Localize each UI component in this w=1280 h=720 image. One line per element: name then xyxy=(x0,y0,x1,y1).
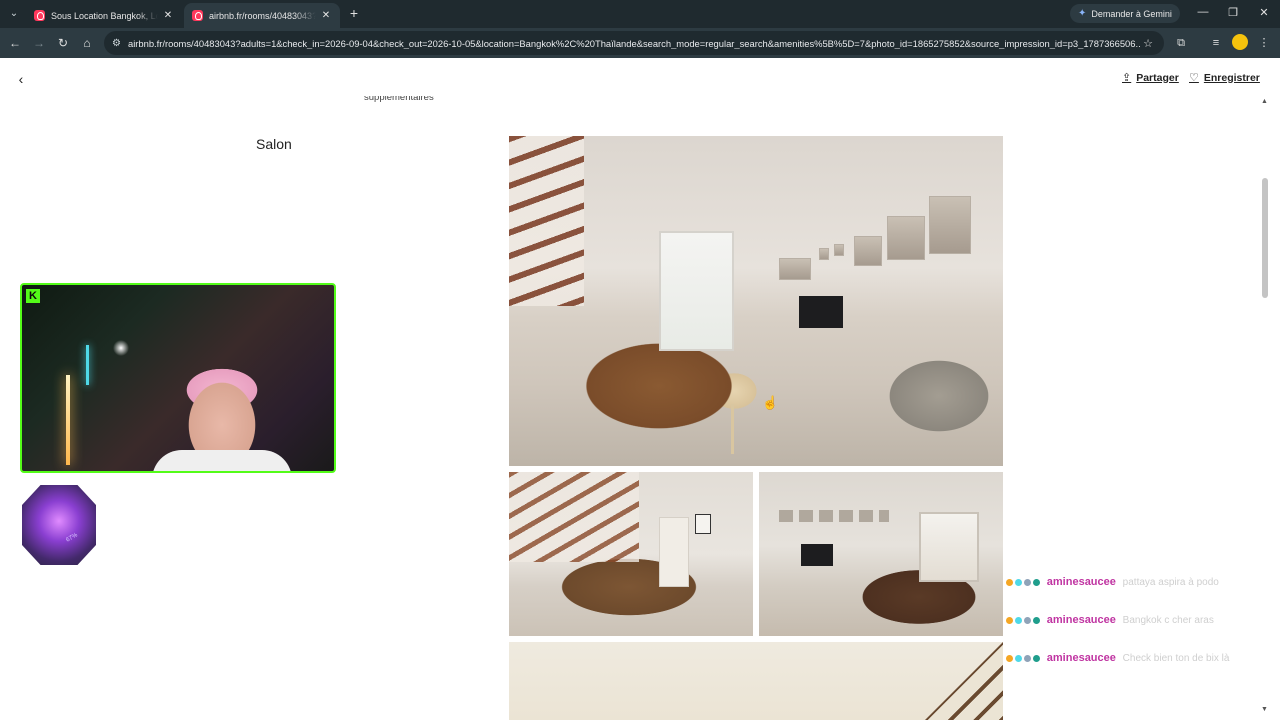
neon-detail xyxy=(86,345,89,385)
living-room-photo-main[interactable] xyxy=(509,136,1003,466)
badge-icon xyxy=(1006,655,1013,662)
forward-arrow-icon[interactable]: → xyxy=(31,35,47,51)
scrolled-section-text: supplémentaires xyxy=(364,92,434,103)
room-section-title: Salon xyxy=(256,136,292,152)
restore-icon[interactable]: ❐ xyxy=(1226,6,1240,19)
bookmark-star-icon[interactable]: ☆ xyxy=(1140,37,1156,50)
share-button[interactable]: ⇪ Partager xyxy=(1122,71,1179,85)
chat-text: Check bien ton de bix là xyxy=(1122,653,1230,664)
scroll-down-icon[interactable]: ▼ xyxy=(1261,706,1268,713)
browser-toolbar: ← → ↻ ⌂ ⚙ airbnb.fr/rooms/40483043?adult… xyxy=(0,28,1280,58)
tab-title: airbnb.fr/rooms/40483043?adults xyxy=(209,10,316,21)
media-controls-icon[interactable]: ≡ xyxy=(1208,35,1224,51)
shirt-detail xyxy=(152,450,292,471)
tab-search-icon[interactable]: ⌄ xyxy=(6,6,22,22)
chat-badges xyxy=(1006,576,1042,592)
new-tab-button[interactable]: + xyxy=(346,5,362,21)
badge-icon xyxy=(1033,579,1040,586)
chat-badges xyxy=(1006,614,1042,630)
badge-icon xyxy=(1024,579,1031,586)
save-button[interactable]: ♡ Enregistrer xyxy=(1189,71,1260,85)
orb-percent: 67% xyxy=(65,532,79,544)
living-room-photo-sofa[interactable] xyxy=(509,472,753,636)
staircase-detail xyxy=(509,472,639,562)
chat-username: aminesaucee xyxy=(1046,576,1116,588)
scroll-up-icon[interactable]: ▲ xyxy=(1261,98,1268,105)
gemini-button[interactable]: ✦ Demander à Gemini xyxy=(1070,4,1180,23)
wall-frame xyxy=(887,216,925,260)
home-icon[interactable]: ⌂ xyxy=(79,35,95,51)
glass-door-detail xyxy=(919,512,979,582)
streamer-webcam: K xyxy=(20,283,336,473)
staircase-detail xyxy=(925,642,1003,720)
address-bar[interactable]: ⚙ airbnb.fr/rooms/40483043?adults=1&chec… xyxy=(104,31,1164,55)
site-info-icon[interactable]: ⚙ xyxy=(112,38,128,49)
wall-frame xyxy=(819,248,829,260)
badge-icon xyxy=(1015,579,1022,586)
tab-airbnb-room[interactable]: airbnb.fr/rooms/40483043?adults ✕ xyxy=(184,3,340,28)
browser-tab-bar: ⌄ Sous Location Bangkok, Location ✕ airb… xyxy=(0,0,1280,28)
chat-text: Bangkok c cher aras xyxy=(1122,615,1214,626)
url-text[interactable]: airbnb.fr/rooms/40483043?adults=1&check_… xyxy=(128,38,1140,49)
tab-sous-location[interactable]: Sous Location Bangkok, Location ✕ xyxy=(26,3,182,28)
wall-frame xyxy=(929,196,971,254)
badge-icon xyxy=(1033,617,1040,624)
heart-icon: ♡ xyxy=(1189,72,1199,84)
badge-icon xyxy=(1015,617,1022,624)
profile-avatar[interactable] xyxy=(1232,34,1248,50)
share-label: Partager xyxy=(1136,71,1179,84)
wall-frame xyxy=(695,514,711,534)
airbnb-favicon-icon xyxy=(192,10,203,21)
chat-text: pattaya aspira à podo xyxy=(1122,577,1219,588)
gemini-label: Demander à Gemini xyxy=(1091,8,1172,19)
badge-icon xyxy=(1033,655,1040,662)
minimize-icon[interactable]: — xyxy=(1196,6,1210,18)
hand-cursor-icon: ☝ xyxy=(762,395,779,410)
door-detail xyxy=(659,517,689,587)
wall-frame xyxy=(834,244,844,256)
badge-icon xyxy=(1006,579,1013,586)
wall-frame xyxy=(854,236,882,266)
living-room-photo-stairs[interactable] xyxy=(509,642,1003,720)
chat-message: aminesaucee Bangkok c cher aras xyxy=(1006,612,1246,630)
badge-icon xyxy=(1006,617,1013,624)
wall-frames xyxy=(779,510,889,522)
tv-detail xyxy=(799,296,843,328)
reload-icon[interactable]: ↻ xyxy=(55,35,71,51)
share-icon: ⇪ xyxy=(1122,72,1132,84)
close-icon[interactable]: ✕ xyxy=(162,10,174,21)
close-icon[interactable]: ✕ xyxy=(320,10,332,21)
lamp-detail xyxy=(66,375,70,465)
chat-message: aminesaucee Check bien ton de bix là xyxy=(1006,650,1246,668)
chat-badges xyxy=(1006,652,1042,668)
chat-message: aminesaucee pattaya aspira à podo xyxy=(1006,574,1246,592)
kick-logo: K xyxy=(26,289,40,303)
scrollbar-thumb[interactable] xyxy=(1262,178,1268,298)
living-room-photo-tv[interactable] xyxy=(759,472,1003,636)
more-options-icon[interactable]: ⋮ xyxy=(1256,35,1272,51)
back-arrow-icon[interactable]: ← xyxy=(7,35,23,51)
badge-icon xyxy=(1024,617,1031,624)
tab-title: Sous Location Bangkok, Location xyxy=(51,10,158,21)
badge-icon xyxy=(1024,655,1031,662)
chat-username: aminesaucee xyxy=(1046,614,1116,626)
chevron-left-icon[interactable]: ‹ xyxy=(12,70,30,88)
save-label: Enregistrer xyxy=(1203,71,1260,84)
table-detail xyxy=(731,404,734,454)
chat-username: aminesaucee xyxy=(1046,652,1116,664)
window-detail xyxy=(659,231,734,351)
progress-orb-widget: 67% xyxy=(22,485,96,565)
gemini-sparkle-icon: ✦ xyxy=(1078,8,1087,19)
airbnb-favicon-icon xyxy=(34,10,45,21)
wall-frame xyxy=(779,258,811,280)
extensions-icon[interactable]: ⧉ xyxy=(1173,35,1189,51)
window-close-icon[interactable]: ✕ xyxy=(1257,6,1271,19)
badge-icon xyxy=(1015,655,1022,662)
staircase-detail xyxy=(509,136,584,306)
tv-detail xyxy=(801,544,833,566)
